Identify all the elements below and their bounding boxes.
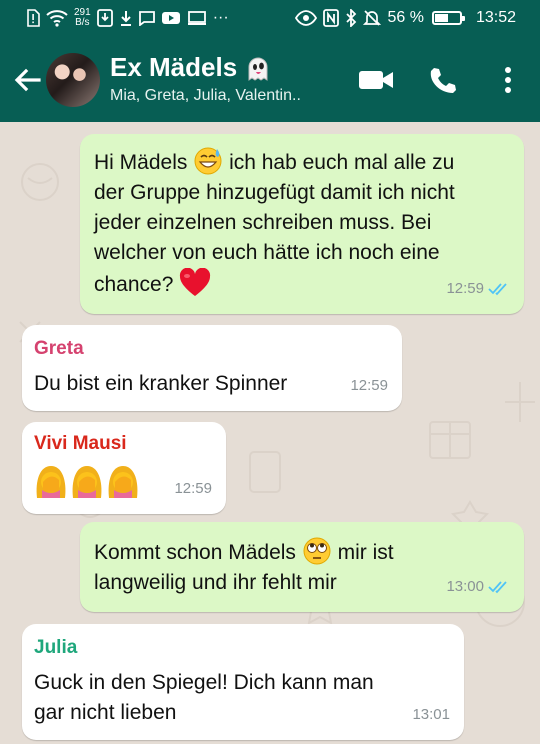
message-time: 13:01 bbox=[412, 706, 450, 723]
more-options-button[interactable] bbox=[486, 58, 530, 102]
message-bubble-outgoing[interactable]: Hi Mädels ich hab euch mal alle zu der G… bbox=[80, 134, 524, 314]
message-meta: 12:59 bbox=[350, 371, 388, 401]
status-bar: 291 B/s ··· 56 % 13:52 bbox=[0, 0, 540, 38]
face-with-rolling-eyes-emoji-icon bbox=[303, 537, 331, 565]
wifi-icon bbox=[46, 8, 68, 28]
phone-icon bbox=[430, 68, 456, 93]
message-time: 13:00 bbox=[446, 578, 484, 595]
network-speed: 291 B/s bbox=[74, 8, 91, 28]
clock: 13:52 bbox=[475, 9, 516, 26]
red-heart-emoji-icon bbox=[180, 268, 211, 296]
group-members[interactable]: Mia, Greta, Julia, Valentin.. bbox=[110, 87, 301, 105]
message-line: chance? bbox=[94, 273, 174, 296]
message-meta: 12:59 bbox=[174, 474, 212, 504]
battery-level bbox=[434, 14, 448, 22]
sim-alert-icon bbox=[26, 8, 40, 28]
message-meta: 12:59 bbox=[446, 274, 510, 304]
group-title-text: Ex Mädels bbox=[110, 52, 238, 82]
battery-icon bbox=[431, 11, 465, 25]
message-line: welcher von euch hätte ich noch eine bbox=[94, 241, 440, 264]
sender-name: Vivi Mausi bbox=[34, 433, 127, 454]
message-line: jeder einzelnen schreiben muss. Bei bbox=[94, 211, 432, 234]
message-line: Kommt schon Mädels bbox=[94, 541, 296, 564]
message-line: der Gruppe hinzugefügt damit ich nicht bbox=[94, 181, 455, 204]
message-line: ich hab euch mal alle zu bbox=[229, 151, 455, 174]
eye-comfort-icon bbox=[295, 8, 318, 28]
group-title[interactable]: Ex Mädels bbox=[110, 52, 272, 83]
emoji-message bbox=[34, 462, 140, 500]
download-icon bbox=[96, 8, 113, 28]
message-bubble-incoming[interactable]: Vivi Mausi 12:59 bbox=[22, 422, 226, 514]
message-line: Hi Mädels bbox=[94, 151, 188, 174]
message-time: 12:59 bbox=[174, 480, 212, 497]
sender-name: Julia bbox=[34, 637, 78, 658]
message-bubble-incoming[interactable]: Julia Guck in den Spiegel! Dich kann man… bbox=[22, 624, 464, 740]
message-meta: 13:00 bbox=[446, 572, 510, 602]
kebab-menu-icon bbox=[505, 67, 511, 93]
message-bubble-outgoing[interactable]: Kommt schon Mädels mir ist langweilig un… bbox=[80, 522, 524, 612]
double-check-read-icon bbox=[488, 283, 507, 296]
message-meta: 13:01 bbox=[412, 700, 450, 730]
grinning-sweat-face-emoji-icon bbox=[194, 147, 222, 175]
message-line: Guck in den Spiegel! Dich kann man bbox=[34, 671, 374, 694]
double-check-read-icon bbox=[488, 581, 507, 594]
woman-facepalming-emoji-icon bbox=[36, 466, 66, 498]
woman-facepalming-emoji-icon bbox=[108, 466, 138, 498]
message-line: mir ist bbox=[337, 541, 394, 564]
message-notification-icon bbox=[138, 8, 155, 28]
bluetooth-icon bbox=[345, 8, 357, 28]
youtube-icon bbox=[161, 8, 181, 28]
message-line: gar nicht lieben bbox=[34, 701, 177, 724]
download-arrow-icon bbox=[119, 8, 133, 28]
message-time: 12:59 bbox=[350, 377, 388, 394]
sender-name: Greta bbox=[34, 338, 84, 359]
message-text: Guck in den Spiegel! Dich kann man gar n… bbox=[34, 668, 454, 728]
chat-header: Ex Mädels Mia, Greta, Julia, Valentin.. bbox=[0, 38, 540, 122]
woman-facepalming-emoji-icon bbox=[72, 466, 102, 498]
battery-percent: 56 % bbox=[387, 9, 424, 26]
message-text: Du bist ein kranker Spinner bbox=[34, 372, 288, 395]
more-notifications-indicator: ··· bbox=[212, 9, 229, 26]
message-time: 12:59 bbox=[446, 280, 484, 297]
mute-bell-icon bbox=[363, 8, 382, 28]
screen-cast-icon bbox=[187, 8, 207, 28]
group-avatar[interactable] bbox=[46, 53, 100, 107]
voice-call-button[interactable] bbox=[420, 58, 464, 102]
message-bubble-incoming[interactable]: Greta Du bist ein kranker Spinner 12:59 bbox=[22, 325, 402, 411]
video-camera-icon bbox=[359, 71, 393, 89]
back-button[interactable] bbox=[10, 60, 44, 100]
network-speed-unit: B/s bbox=[75, 17, 90, 28]
video-call-button[interactable] bbox=[354, 58, 398, 102]
back-arrow-icon bbox=[14, 68, 41, 92]
nfc-icon bbox=[323, 8, 340, 28]
chat-area[interactable]: Hi Mädels ich hab euch mal alle zu der G… bbox=[0, 122, 540, 744]
ghost-emoji-icon bbox=[248, 57, 268, 81]
